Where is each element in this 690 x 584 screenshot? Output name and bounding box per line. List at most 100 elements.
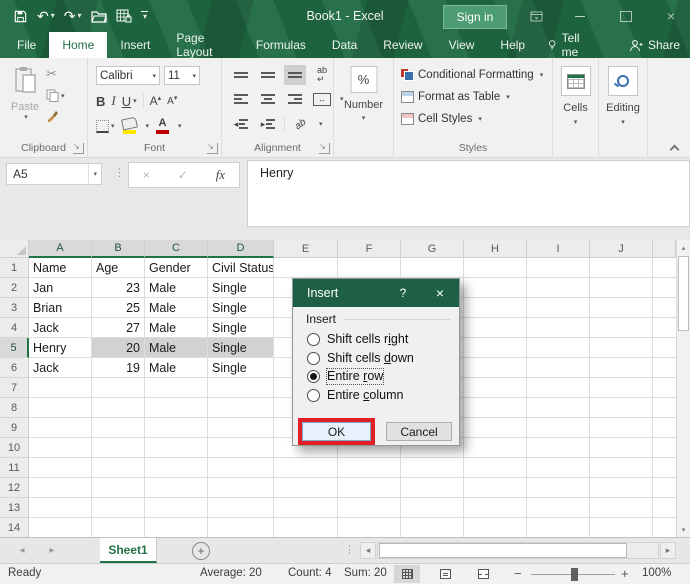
cell-I1[interactable] xyxy=(527,258,590,278)
cell-J7[interactable] xyxy=(590,378,653,398)
row-header-1[interactable]: 1 xyxy=(0,258,29,278)
column-header-J[interactable]: J xyxy=(590,240,653,258)
cell-C11[interactable] xyxy=(145,458,208,478)
align-bottom-button[interactable] xyxy=(284,65,306,85)
cell-J12[interactable] xyxy=(590,478,653,498)
cell-F12[interactable] xyxy=(338,478,401,498)
close-button[interactable]: × xyxy=(654,0,688,32)
column-header-D[interactable]: D xyxy=(208,240,274,258)
zoom-in-button[interactable]: + xyxy=(621,566,629,581)
cell-H9[interactable] xyxy=(464,418,527,438)
name-box-dropdown-icon[interactable]: ▾ xyxy=(88,164,101,184)
italic-button[interactable]: I xyxy=(111,93,115,109)
cell-E11[interactable] xyxy=(274,458,338,478)
cell-E12[interactable] xyxy=(274,478,338,498)
cell-H1[interactable] xyxy=(464,258,527,278)
cell-J11[interactable] xyxy=(590,458,653,478)
cell-D14[interactable] xyxy=(208,518,274,537)
tab-page-layout[interactable]: Page Layout xyxy=(163,31,243,59)
cell-A14[interactable] xyxy=(29,518,92,537)
cell-J8[interactable] xyxy=(590,398,653,418)
cell-D10[interactable] xyxy=(208,438,274,458)
tab-view[interactable]: View xyxy=(436,32,488,58)
fill-color-button[interactable] xyxy=(120,116,138,134)
cell-I9[interactable] xyxy=(527,418,590,438)
vertical-scrollbar[interactable]: ▴ ▾ xyxy=(676,240,690,537)
cut-button[interactable]: ✂ xyxy=(46,66,57,82)
cell-G14[interactable] xyxy=(401,518,464,537)
cell-B14[interactable] xyxy=(92,518,145,537)
paste-button[interactable]: Paste ▾ xyxy=(8,66,42,138)
enter-entry-button[interactable]: ✓ xyxy=(178,168,188,182)
cell-I4[interactable] xyxy=(527,318,590,338)
row-header-13[interactable]: 13 xyxy=(0,498,29,518)
ribbon-display-options-button[interactable] xyxy=(519,0,553,32)
column-header-B[interactable]: B xyxy=(92,240,145,258)
insert-option-entire-row[interactable]: Entire row xyxy=(307,367,385,385)
cell-J9[interactable] xyxy=(590,418,653,438)
clipboard-dialog-launcher[interactable]: ↘ xyxy=(73,143,84,154)
font-name-combo[interactable]: Calibri ▾ xyxy=(96,66,160,85)
cell-C1[interactable]: Gender xyxy=(145,258,208,278)
align-right-button[interactable] xyxy=(284,89,306,109)
editing-button[interactable] xyxy=(608,66,638,96)
align-middle-button[interactable] xyxy=(257,65,279,85)
next-sheet-icon[interactable]: ▸ xyxy=(42,538,62,563)
cell-C12[interactable] xyxy=(145,478,208,498)
cell-I3[interactable] xyxy=(527,298,590,318)
row-header-10[interactable]: 10 xyxy=(0,438,29,458)
tab-review[interactable]: Review xyxy=(370,32,435,58)
cell-I8[interactable] xyxy=(527,398,590,418)
align-top-button[interactable] xyxy=(230,65,252,85)
row-header-3[interactable]: 3 xyxy=(0,298,29,318)
scroll-up-icon[interactable]: ▴ xyxy=(677,240,690,255)
cell-G13[interactable] xyxy=(401,498,464,518)
radio-icon[interactable] xyxy=(307,332,320,346)
cell-H5[interactable] xyxy=(464,338,527,358)
cell-J3[interactable] xyxy=(590,298,653,318)
previous-sheet-icon[interactable]: ◂ xyxy=(12,538,32,563)
radio-icon[interactable] xyxy=(307,388,320,402)
cell-E1[interactable] xyxy=(274,258,338,278)
cell-F11[interactable] xyxy=(338,458,401,478)
cell-B3[interactable]: 25 xyxy=(92,298,145,318)
dialog-close-button[interactable]: × xyxy=(425,279,455,307)
cell-styles-button[interactable]: Cell Styles ▾ xyxy=(401,110,482,127)
zoom-out-button[interactable]: − xyxy=(514,566,522,581)
number-format-button[interactable]: % xyxy=(350,66,377,93)
cell-D13[interactable] xyxy=(208,498,274,518)
cell-G12[interactable] xyxy=(401,478,464,498)
borders-button[interactable]: ▾ xyxy=(96,119,115,133)
column-header-G[interactable]: G xyxy=(401,240,464,258)
cell-D1[interactable]: Civil Status xyxy=(208,258,274,278)
cell-C9[interactable] xyxy=(145,418,208,438)
tab-data[interactable]: Data xyxy=(319,32,370,58)
cell-C7[interactable] xyxy=(145,378,208,398)
cell-J2[interactable] xyxy=(590,278,653,298)
page-break-view-button[interactable] xyxy=(470,565,496,583)
font-dialog-launcher[interactable]: ↘ xyxy=(207,143,218,154)
insert-option-shift-cells-right[interactable]: Shift cells right xyxy=(307,331,408,347)
save-button[interactable] xyxy=(10,7,31,26)
cell-G11[interactable] xyxy=(401,458,464,478)
row-header-11[interactable]: 11 xyxy=(0,458,29,478)
cell-A10[interactable] xyxy=(29,438,92,458)
undo-button[interactable]: ↶ ▾ xyxy=(34,7,58,25)
decrease-indent-button[interactable]: ◂ xyxy=(230,114,252,134)
customize-qat-button[interactable]: ▾ xyxy=(138,9,151,23)
cell-F13[interactable] xyxy=(338,498,401,518)
cell-D11[interactable] xyxy=(208,458,274,478)
cell-J6[interactable] xyxy=(590,358,653,378)
cell-C5[interactable]: Male xyxy=(145,338,208,358)
align-center-button[interactable] xyxy=(257,89,279,109)
cell-C13[interactable] xyxy=(145,498,208,518)
cell-C6[interactable]: Male xyxy=(145,358,208,378)
tab-file[interactable]: File xyxy=(4,32,49,58)
cell-D5[interactable]: Single xyxy=(208,338,274,358)
radio-icon[interactable] xyxy=(307,369,320,383)
select-all-corner[interactable] xyxy=(0,240,29,258)
zoom-level[interactable]: 100% xyxy=(642,567,671,579)
cell-A4[interactable]: Jack xyxy=(29,318,92,338)
cell-H2[interactable] xyxy=(464,278,527,298)
cell-J4[interactable] xyxy=(590,318,653,338)
